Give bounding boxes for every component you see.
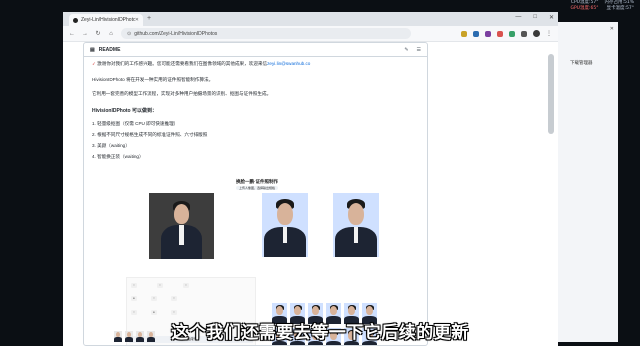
graphics-temp: 显卡温度:57° bbox=[606, 6, 635, 11]
features-heading: HivisionIDPhoto 可以做到： bbox=[92, 108, 158, 114]
tab-bar: Zeyi-Lin/HivisionIDPhotos ✕ + — □ ✕ bbox=[63, 12, 558, 26]
desc-line: HivisionIDPhoto 将在开发一种实用的证件照智能制作算法。 bbox=[92, 77, 214, 82]
background-window: ✕ 下载管理器 bbox=[558, 22, 618, 342]
page-content: ▤ README ✎ ☰ ➶ 激谢你对我们的工作感兴趣。您可能还需要看我们在图像… bbox=[63, 42, 558, 346]
output-idphoto-image bbox=[262, 193, 308, 257]
size-option-chip[interactable]: ● bbox=[151, 310, 157, 315]
close-tab-icon[interactable]: ✕ bbox=[135, 17, 139, 23]
minimize-button[interactable]: — bbox=[515, 14, 521, 21]
new-tab-button[interactable]: + bbox=[147, 15, 151, 22]
size-option-chip[interactable]: ○ bbox=[171, 310, 177, 315]
address-bar[interactable]: ⊙ github.com/Zeyi-Lin/HivisionIDPhotos bbox=[121, 28, 411, 39]
maximize-button[interactable]: □ bbox=[533, 14, 537, 21]
forward-icon[interactable]: → bbox=[82, 31, 88, 37]
feature-item: 3. 美颜（waiting） bbox=[92, 143, 130, 148]
demo-subtitle: 上传人像图，选择输出规格 bbox=[236, 186, 279, 190]
extension-icon[interactable] bbox=[509, 30, 515, 37]
close-window-button[interactable]: ✕ bbox=[549, 14, 554, 21]
size-option-chip[interactable]: ○ bbox=[131, 310, 137, 315]
tab-github-repo[interactable]: Zeyi-Lin/HivisionIDPhotos ✕ bbox=[69, 14, 143, 26]
readme-title[interactable]: README bbox=[99, 47, 121, 53]
book-icon: ▤ bbox=[90, 46, 95, 53]
contact-email-link[interactable]: zeyi.lin@swanhub.co bbox=[267, 61, 310, 66]
output-idphoto-image bbox=[333, 193, 379, 257]
download-manager-label[interactable]: 下载管理器 bbox=[570, 60, 593, 66]
extension-icons: ⋮ bbox=[461, 30, 552, 37]
address-toolbar: ← → ↻ ⌂ ⊙ github.com/Zeyi-Lin/HivisionID… bbox=[63, 26, 558, 42]
readme-card: ▤ README ✎ ☰ ➶ 激谢你对我们的工作感兴趣。您可能还需要看我们在图像… bbox=[83, 42, 428, 346]
tab-title: Zeyi-Lin/HivisionIDPhotos bbox=[81, 17, 135, 23]
feature-item: 4. 智能换正装（waiting） bbox=[92, 154, 144, 159]
scrollbar-thumb[interactable] bbox=[548, 54, 554, 134]
extension-icon[interactable] bbox=[485, 30, 491, 37]
site-info-icon[interactable]: ⊙ bbox=[127, 31, 131, 37]
extension-icon[interactable] bbox=[473, 30, 479, 37]
intro-line: ➶ 激谢你对我们的工作感兴趣。您可能还需要看我们在图像领域的其他成果，欢迎来信z… bbox=[92, 61, 311, 66]
feature-item: 1. 轻量级抠图（仅需 CPU 即可快速推理） bbox=[92, 121, 179, 126]
gpu-temp: GPU温度:65° bbox=[570, 6, 599, 11]
reload-icon[interactable]: ↻ bbox=[95, 30, 101, 37]
browser-window: Zeyi-Lin/HivisionIDPhotos ✕ + — □ ✕ ← → … bbox=[63, 12, 558, 346]
home-icon[interactable]: ⌂ bbox=[108, 31, 114, 37]
extensions-puzzle-icon[interactable] bbox=[521, 30, 527, 37]
page-right-area bbox=[433, 42, 548, 346]
url-text: github.com/Zeyi-Lin/HivisionIDPhotos bbox=[134, 30, 218, 37]
demo-title: 换脸一鹏·证件照制作 bbox=[236, 179, 278, 184]
back-icon[interactable]: ← bbox=[69, 31, 75, 37]
feature-item: 2. 根据不同尺寸规格生成不同的标准证件照、六寸排版照 bbox=[92, 132, 208, 137]
color-option-chip[interactable]: ○ bbox=[171, 296, 177, 301]
readme-header: ▤ README ✎ ☰ bbox=[84, 43, 427, 57]
github-favicon-icon bbox=[73, 17, 78, 23]
extension-icon[interactable] bbox=[461, 30, 467, 37]
close-icon[interactable]: ✕ bbox=[610, 26, 614, 32]
system-monitor: CPU温度:57° 内存占用:51% GPU温度:65° 显卡温度:57° bbox=[570, 0, 634, 12]
menu-icon[interactable]: ⋮ bbox=[546, 30, 552, 37]
option-chip[interactable]: ○ bbox=[157, 283, 163, 288]
color-option-chip[interactable]: ● bbox=[131, 296, 137, 301]
window-controls: — □ ✕ bbox=[515, 14, 554, 21]
desc-line: 它利用一套完善的模型工作流程，实现对多种用户拍摄场景的识别、抠图与证件照生成。 bbox=[92, 91, 272, 96]
outline-icon[interactable]: ☰ bbox=[417, 47, 421, 53]
color-option-chip[interactable]: ○ bbox=[151, 296, 157, 301]
input-portrait-image bbox=[149, 193, 214, 259]
desktop-top-bar: CPU温度:57° 内存占用:51% GPU温度:65° 显卡温度:57° bbox=[0, 0, 640, 12]
option-chip[interactable]: ○ bbox=[131, 283, 137, 288]
edit-icon[interactable]: ✎ bbox=[404, 47, 408, 53]
extension-icon[interactable] bbox=[497, 30, 503, 37]
option-chip[interactable]: ○ bbox=[183, 283, 189, 288]
profile-avatar[interactable] bbox=[533, 30, 540, 37]
video-subtitle: 这个我们还需要去等一下它后续的更新 bbox=[171, 323, 469, 343]
